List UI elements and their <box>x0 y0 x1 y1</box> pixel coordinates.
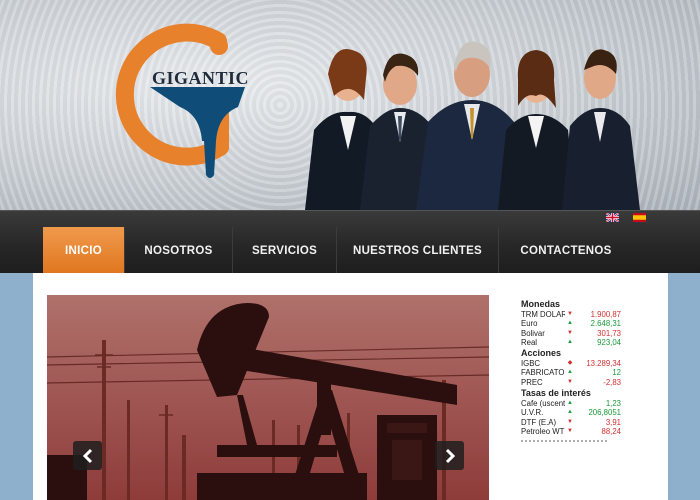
indicator-value: 2.648,31 <box>590 319 621 329</box>
section-title-acciones: Acciones <box>521 348 562 359</box>
indicator-row: PREC ▼ -2,83 <box>521 378 621 387</box>
up-arrow-icon: ▲ <box>567 320 573 327</box>
down-arrow-icon: ▼ <box>567 329 573 336</box>
indicator-name: Real <box>521 337 538 347</box>
language-switcher <box>606 213 646 222</box>
indicator-row: U.V.R. ▲ 206,8051 <box>521 408 621 417</box>
down-arrow-icon: ▼ <box>567 427 573 434</box>
unchanged-icon: ◆ <box>567 360 573 367</box>
oil-pumpjack-photo <box>47 295 489 500</box>
indicator-row: IGBC ◆ 13.289,34 <box>521 359 621 368</box>
english-flag-icon[interactable] <box>606 213 619 222</box>
indicator-value: 206,8051 <box>588 408 621 418</box>
indicator-value: 3,91 <box>605 417 621 427</box>
indicator-row: Euro ▲ 2.648,31 <box>521 319 621 328</box>
spanish-flag-icon[interactable] <box>633 213 646 222</box>
up-arrow-icon: ▲ <box>567 338 573 345</box>
indicator-value: -2,83 <box>603 377 621 387</box>
down-arrow-icon: ▼ <box>567 378 573 385</box>
indicator-name: FABRICATO <box>521 368 565 378</box>
section-title-tasas: Tasas de interés <box>521 388 591 399</box>
nav-inicio[interactable]: INICIO <box>43 227 125 274</box>
indicator-name: DTF (E.A) <box>521 417 557 427</box>
indicator-value: 88,24 <box>601 426 621 436</box>
nav-nosotros[interactable]: NOSOTROS <box>125 227 233 274</box>
indicator-name: IGBC <box>521 359 541 369</box>
section-title-monedas: Monedas <box>521 299 561 309</box>
business-team-photo <box>305 41 640 210</box>
nav-contactenos[interactable]: CONTACTENOS <box>499 227 633 274</box>
up-arrow-icon: ▲ <box>567 409 573 416</box>
indicator-row: Cafe (uscent) ▲ 1,23 <box>521 399 621 408</box>
indicator-name: U.V.R. <box>521 408 544 418</box>
indicator-value: 1,23 <box>605 399 621 409</box>
indicator-row: DTF (E.A) ▼ 3,91 <box>521 418 621 427</box>
chevron-right-icon <box>445 448 455 463</box>
indicator-value: 1.900,87 <box>590 310 621 319</box>
main-content: Monedas TRM DOLAR ▼ 1.900,87 Euro ▲ 2.64… <box>33 273 668 500</box>
down-arrow-icon: ▼ <box>567 311 573 317</box>
image-slider[interactable] <box>47 295 489 500</box>
slider-next-button[interactable] <box>435 441 464 470</box>
indicator-row: Bolivar ▼ 301,73 <box>521 329 621 338</box>
up-arrow-icon: ▲ <box>567 400 573 407</box>
logo-text: GIGANTIC <box>152 68 250 88</box>
indicator-name: Bolivar <box>521 328 545 338</box>
indicator-name: TRM DOLAR <box>521 310 565 319</box>
indicator-name: Cafe (uscent) <box>521 399 565 409</box>
nav-servicios[interactable]: SERVICIOS <box>233 227 337 274</box>
chevron-left-icon <box>82 448 92 463</box>
main-navigation: INICIO NOSOTROS SERVICIOS NUESTROS CLIEN… <box>0 210 700 274</box>
indicator-value: 13.289,34 <box>586 359 621 369</box>
indicator-name: Petroleo WTI <box>521 426 565 436</box>
indicator-row: Real ▲ 923,04 <box>521 338 621 347</box>
market-indicators: Monedas TRM DOLAR ▼ 1.900,87 Euro ▲ 2.64… <box>521 298 621 468</box>
widget-footer-divider <box>521 440 607 444</box>
indicator-row: Petroleo WTI ▼ 88,24 <box>521 427 621 436</box>
header: GIGANTIC <box>0 0 700 210</box>
indicator-name: PREC <box>521 377 543 387</box>
nav-nuestros-clientes[interactable]: NUESTROS CLIENTES <box>337 227 499 274</box>
indicator-value: 12 <box>612 368 621 378</box>
indicator-value: 923,04 <box>597 337 621 347</box>
up-arrow-icon: ▲ <box>567 369 573 376</box>
down-arrow-icon: ▼ <box>567 418 573 425</box>
slider-prev-button[interactable] <box>73 441 102 470</box>
indicator-name: Euro <box>521 319 538 329</box>
gigantic-logo[interactable] <box>100 15 250 185</box>
indicator-row: FABRICATO ▲ 12 <box>521 368 621 377</box>
indicator-value: 301,73 <box>597 328 621 338</box>
indicator-row: TRM DOLAR ▼ 1.900,87 <box>521 310 621 319</box>
